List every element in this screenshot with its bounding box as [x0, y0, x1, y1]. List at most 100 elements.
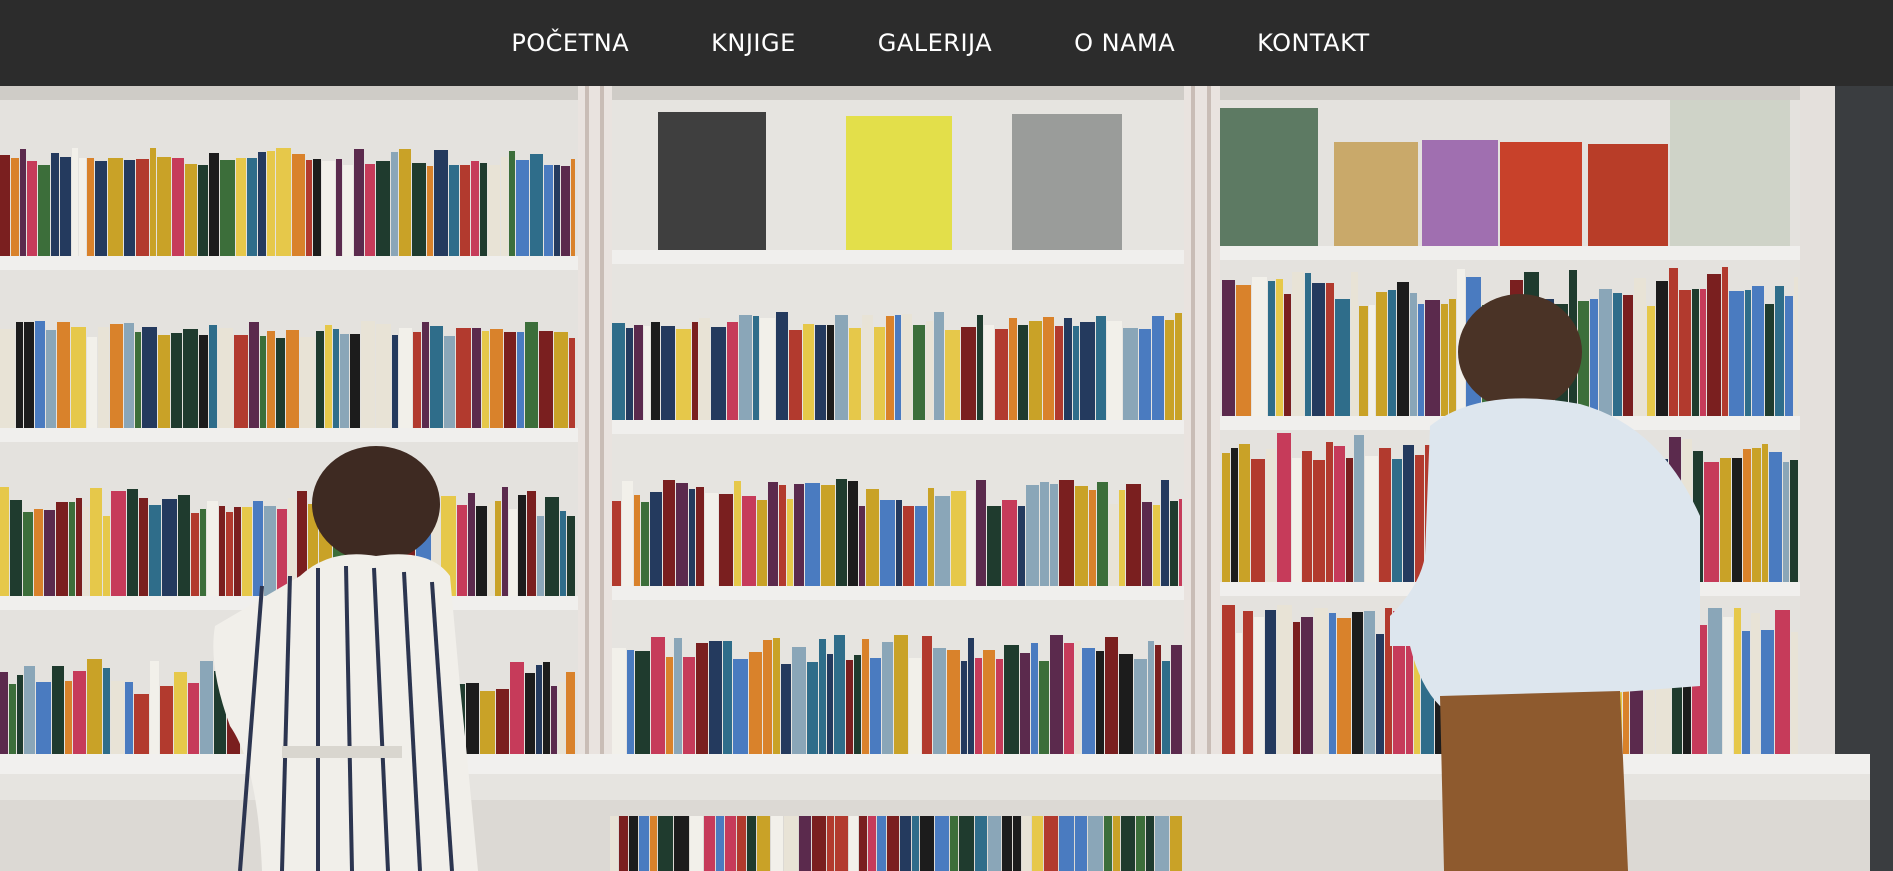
- book-spine: [1410, 293, 1417, 416]
- book-spine: [704, 816, 715, 871]
- book-spine: [1277, 605, 1292, 754]
- book-spine: [760, 318, 775, 420]
- book-spine: [72, 148, 78, 256]
- book-spine: [1441, 304, 1448, 416]
- book-spine: [1364, 611, 1375, 754]
- book-spine: [650, 816, 657, 871]
- hero-image-bookshelf: [0, 86, 1893, 871]
- book-spine: [1293, 622, 1300, 754]
- book-spine: [1119, 654, 1133, 754]
- book-spine: [76, 498, 82, 596]
- nav-link-pocetna[interactable]: POČETNA: [470, 0, 670, 86]
- book-spine: [17, 675, 23, 754]
- book-spine: [1050, 635, 1063, 754]
- book-spine: [1707, 274, 1721, 416]
- book-spine: [727, 322, 738, 420]
- book-spine: [1313, 460, 1325, 582]
- book-spine: [799, 816, 811, 871]
- book-spine: [1222, 280, 1235, 416]
- book-spine: [79, 158, 86, 256]
- book-spine: [1031, 643, 1038, 754]
- book-spine: [920, 816, 934, 871]
- book-spine: [794, 484, 804, 586]
- book-spine: [20, 149, 26, 256]
- book-spine: [413, 332, 421, 428]
- book-spine: [1018, 506, 1025, 586]
- book-spine: [509, 151, 515, 256]
- nav-link-kontakt[interactable]: KONTAKT: [1216, 0, 1411, 86]
- book-spine: [258, 152, 266, 256]
- book-spine: [666, 657, 673, 754]
- book-spine: [821, 485, 835, 586]
- book-spine: [87, 158, 94, 256]
- book-spine: [306, 160, 312, 256]
- book-spine: [36, 682, 51, 754]
- book-spine: [866, 489, 879, 586]
- book-spine: [1136, 816, 1145, 871]
- book-spine: [171, 333, 182, 428]
- book-spine: [692, 322, 698, 420]
- book-spine: [1613, 293, 1622, 416]
- book-spine: [172, 158, 184, 256]
- book-spine: [1745, 290, 1751, 416]
- book-spine: [1700, 289, 1706, 416]
- nav-link-o-nama[interactable]: O NAMA: [1033, 0, 1216, 86]
- book-spine: [1729, 291, 1744, 416]
- book-spine: [1002, 816, 1012, 871]
- book-spine: [877, 816, 886, 871]
- book-spine: [836, 479, 847, 586]
- book-spine: [1043, 317, 1054, 420]
- book-spine: [1392, 459, 1402, 582]
- book-cover: [1670, 100, 1790, 246]
- book-spine: [984, 325, 994, 420]
- book-spine: [60, 157, 71, 256]
- book-spine: [1105, 637, 1118, 754]
- book-spine: [874, 327, 885, 420]
- book-spine: [1761, 630, 1774, 754]
- book-spine: [149, 505, 161, 596]
- book-spine: [626, 328, 633, 420]
- book-spine: [834, 635, 845, 754]
- book-spine: [1171, 645, 1182, 754]
- book-spine: [1785, 296, 1793, 416]
- book-spine: [776, 312, 788, 420]
- book-spine: [220, 160, 235, 256]
- book-spine: [995, 329, 1008, 420]
- book-spine: [1096, 316, 1106, 420]
- book-spine: [253, 501, 263, 596]
- book-spine: [496, 689, 509, 754]
- book-spine: [376, 324, 391, 428]
- book-spine: [488, 165, 500, 256]
- book-spine: [882, 642, 893, 754]
- book-spine: [322, 161, 335, 256]
- book-spine: [922, 636, 932, 754]
- book-spine: [376, 161, 390, 256]
- book-spine: [1723, 617, 1733, 754]
- book-spine: [719, 494, 733, 586]
- book-spine: [676, 329, 691, 420]
- book-spine: [236, 158, 246, 256]
- book-cover: [1500, 142, 1582, 246]
- book-spine: [560, 511, 566, 596]
- book-spine: [1769, 452, 1782, 582]
- book-spine: [11, 158, 19, 256]
- book-spine: [488, 503, 494, 596]
- nav-link-galerija[interactable]: GALERIJA: [837, 0, 1033, 86]
- book-spine: [676, 483, 688, 586]
- book-spine: [1020, 653, 1030, 754]
- book-spine: [612, 501, 621, 586]
- nav-link-knjige[interactable]: KNJIGE: [670, 0, 837, 86]
- book-spine: [10, 500, 22, 596]
- book-spine: [849, 328, 861, 420]
- book-spine: [1073, 326, 1079, 420]
- book-spine: [44, 510, 55, 596]
- book-spine: [1162, 661, 1170, 754]
- book-spine: [1231, 448, 1238, 582]
- book-spine: [537, 516, 544, 596]
- book-spine: [1013, 816, 1021, 871]
- book-spine: [612, 648, 626, 754]
- book-spine: [502, 487, 508, 596]
- book-spine: [933, 648, 946, 754]
- book-spine: [218, 328, 233, 428]
- book-spine: [1679, 290, 1691, 416]
